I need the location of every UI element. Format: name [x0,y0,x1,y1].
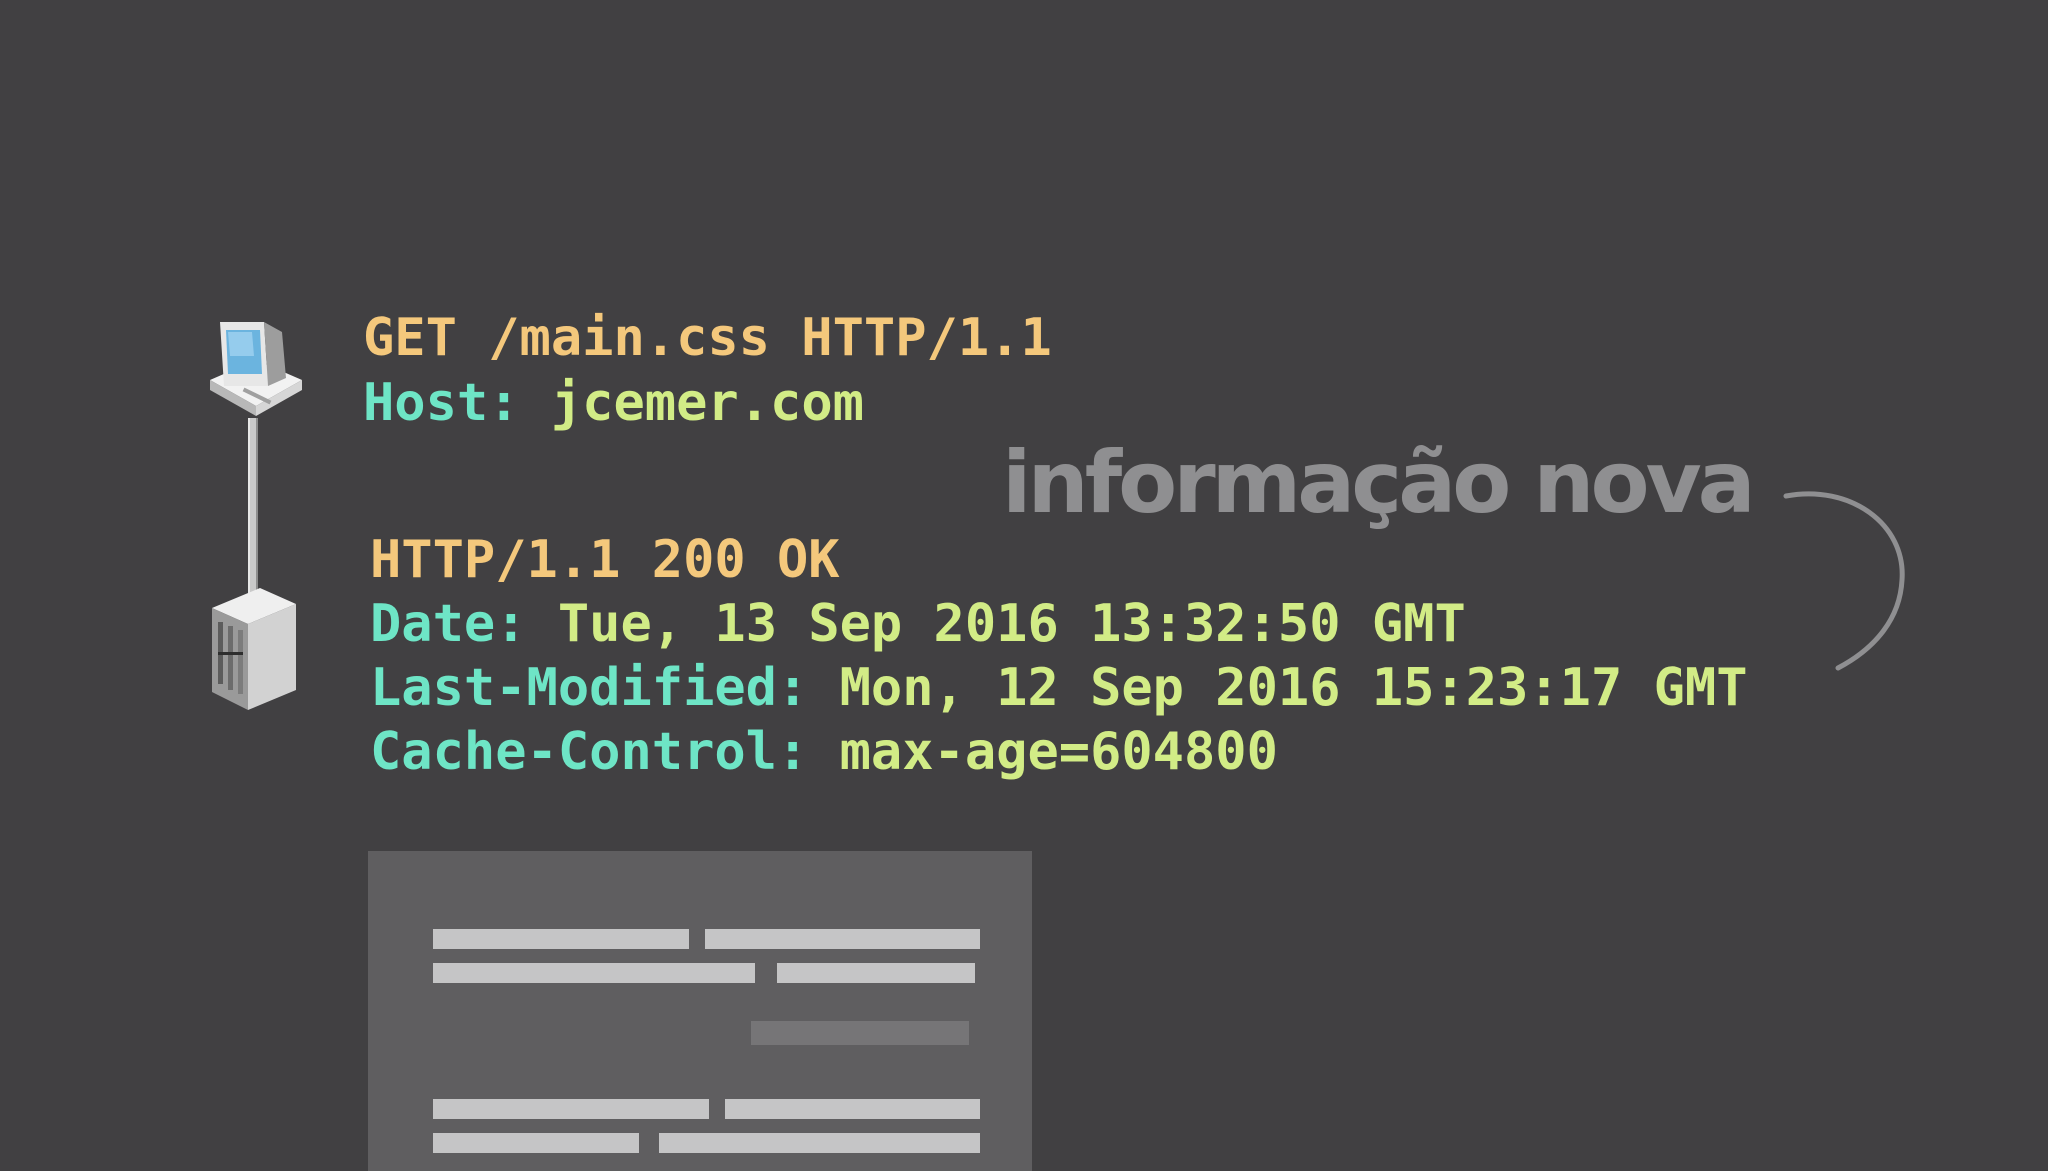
server-icon [206,586,298,712]
header-name: Last-Modified: [370,658,809,718]
header-value: jcemer.com [550,373,864,433]
response-header-date: Date: Tue, 13 Sep 2016 13:32:50 GMT [370,598,1466,650]
doc-text-line [751,1021,969,1045]
doc-text-line [433,963,755,983]
response-status-line: HTTP/1.1 200 OK [370,530,840,590]
computer-icon [206,316,306,420]
doc-text-line [433,1133,639,1153]
doc-text-line [705,929,980,949]
doc-text-line [725,1099,980,1119]
response-header-cache-control: Cache-Control: max-age=604800 [370,726,1278,778]
doc-text-line [433,1099,709,1119]
header-value: Tue, 13 Sep 2016 13:32:50 GMT [557,594,1466,654]
header-value: Mon, 12 Sep 2016 15:23:17 GMT [839,658,1748,718]
document-icon [368,851,1032,1171]
header-name: Cache-Control: [370,722,809,782]
doc-text-line [777,963,975,983]
response-header-last-modified: Last-Modified: Mon, 12 Sep 2016 15:23:17… [370,662,1748,714]
header-value: max-age=604800 [839,722,1278,782]
header-name: Host: [363,373,520,433]
curved-arrow-icon [1780,484,1920,684]
request-header-host: Host: jcemer.com [363,377,864,429]
request-line: GET /main.css HTTP/1.1 [363,308,1052,368]
connection-line [248,418,258,594]
annotation-label: informação nova [1002,433,1756,533]
header-name: Date: [370,594,527,654]
doc-text-line [659,1133,980,1153]
doc-text-line [433,929,689,949]
